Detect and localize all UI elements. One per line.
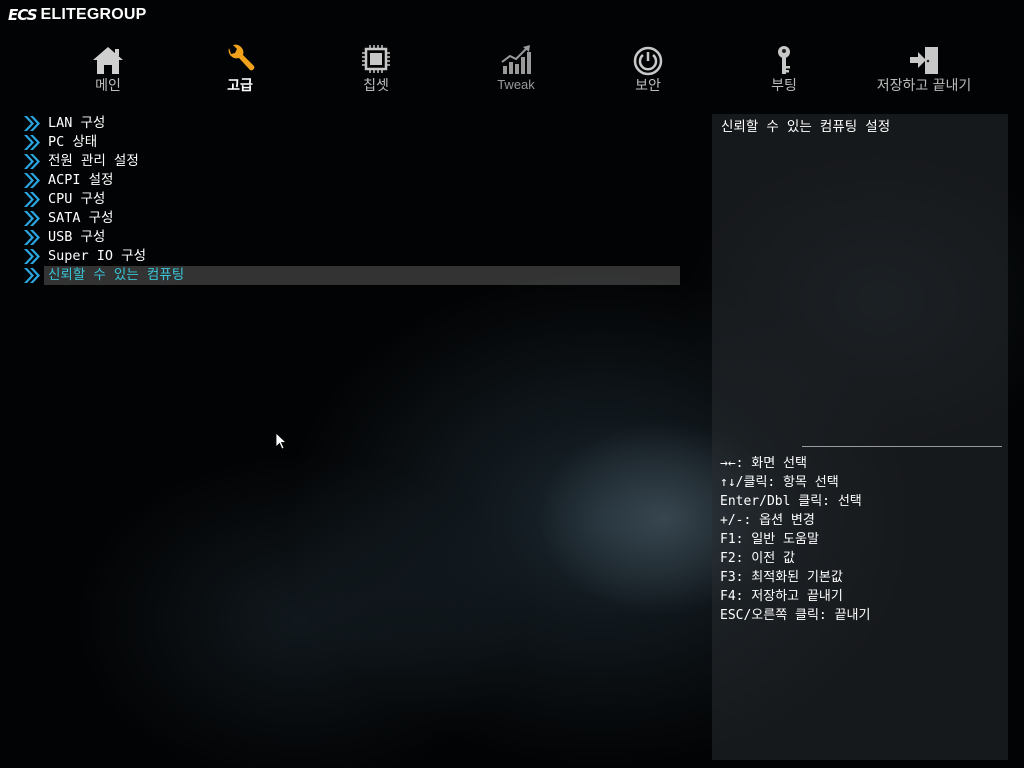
double-chevron-right-icon (24, 154, 40, 169)
chip-icon (362, 45, 390, 73)
ecs-logo: ECS ELITEGROUP (8, 5, 147, 25)
key-hint: ESC/오른쪽 클릭: 끝내기 (720, 608, 871, 623)
nav-tab-boot-label: 부팅 (771, 78, 797, 94)
nav-tab-boot[interactable]: 부팅 (719, 42, 849, 98)
home-icon (93, 47, 123, 74)
mouse-cursor-icon (275, 432, 287, 450)
key-hint: →←: 화면 선택 (720, 456, 807, 471)
nav-tab-advanced-label: 고급 (227, 78, 253, 94)
nav-tab-save-exit-label: 저장하고 끝내기 (876, 78, 972, 94)
menu-item-sata-config[interactable]: SATA 구성 (22, 209, 682, 228)
double-chevron-right-icon (24, 268, 40, 283)
menu-item-label: 전원 관리 설정 (48, 153, 139, 169)
menu-item-usb-config[interactable]: USB 구성 (22, 228, 682, 247)
double-chevron-right-icon (24, 135, 40, 150)
double-chevron-right-icon (24, 116, 40, 131)
double-chevron-right-icon (24, 192, 40, 207)
menu-item-label: USB 구성 (48, 229, 106, 245)
menu-item-label: SATA 구성 (48, 210, 114, 226)
menu-item-label: CPU 구성 (48, 191, 106, 207)
nav-tab-advanced[interactable]: 고급 (175, 42, 305, 98)
nav-tab-tweak-label: Tweak (497, 77, 535, 92)
menu-item-label: LAN 구성 (48, 115, 106, 131)
key-hint: F2: 이전 값 (720, 551, 796, 566)
menu-item-power-management[interactable]: 전원 관리 설정 (22, 152, 682, 171)
brand-name: ELITEGROUP (40, 6, 147, 23)
menu-item-acpi-settings[interactable]: ACPI 설정 (22, 171, 682, 190)
menu-item-super-io-config[interactable]: Super IO 구성 (22, 247, 682, 266)
key-hint: F4: 저장하고 끝내기 (720, 589, 843, 604)
help-description: 신뢰할 수 있는 컴퓨팅 설정 (721, 119, 891, 135)
help-divider (802, 446, 1002, 447)
menu-item-pc-status[interactable]: PC 상태 (22, 133, 682, 152)
key-hint: F1: 일반 도움말 (720, 532, 819, 547)
double-chevron-right-icon (24, 249, 40, 264)
double-chevron-right-icon (24, 173, 40, 188)
chart-icon (501, 45, 531, 74)
key-hint: ↑↓/클릭: 항목 선택 (720, 475, 839, 490)
key-icon (778, 46, 790, 74)
key-legend: →←: 화면 선택 ↑↓/클릭: 항목 선택 Enter/Dbl 클릭: 선택 … (720, 454, 870, 625)
key-hint: F3: 최적화된 기본값 (720, 570, 843, 585)
nav-tab-security-label: 보안 (635, 78, 661, 94)
nav-tab-chipset-label: 칩셋 (363, 78, 389, 94)
help-panel: 신뢰할 수 있는 컴퓨팅 설정 →←: 화면 선택 ↑↓/클릭: 항목 선택 E… (712, 114, 1008, 760)
ecs-logo-mark: ECS (8, 6, 38, 24)
key-hint: Enter/Dbl 클릭: 선택 (720, 494, 862, 509)
nav-tab-main-label: 메인 (95, 78, 121, 94)
key-hint: +/-: 옵션 변경 (720, 513, 815, 528)
advanced-menu-list: LAN 구성 PC 상태 전원 관리 설정 ACPI 설정 CPU 구성 SAT… (22, 114, 682, 285)
menu-item-label: Super IO 구성 (48, 248, 146, 264)
top-navigation: 메인 고급 칩셋 Tweak 보안 부팅 저장하고 끝내기 (0, 42, 1024, 98)
wrench-icon (228, 44, 255, 71)
menu-item-cpu-config[interactable]: CPU 구성 (22, 190, 682, 209)
nav-tab-save-exit[interactable]: 저장하고 끝내기 (859, 42, 989, 98)
menu-item-lan-config[interactable]: LAN 구성 (22, 114, 682, 133)
menu-item-label: ACPI 설정 (48, 172, 114, 188)
nav-tab-chipset[interactable]: 칩셋 (311, 42, 441, 98)
nav-tab-security[interactable]: 보안 (583, 42, 713, 98)
exit-icon (910, 47, 938, 74)
menu-item-label: PC 상태 (48, 134, 98, 150)
double-chevron-right-icon (24, 230, 40, 245)
nav-tab-tweak[interactable]: Tweak (451, 42, 581, 98)
menu-item-label: 신뢰할 수 있는 컴퓨팅 (44, 266, 680, 285)
double-chevron-right-icon (24, 211, 40, 226)
menu-item-trusted-computing[interactable]: 신뢰할 수 있는 컴퓨팅 (22, 266, 682, 285)
power-icon (633, 46, 663, 76)
nav-tab-main[interactable]: 메인 (43, 42, 173, 98)
